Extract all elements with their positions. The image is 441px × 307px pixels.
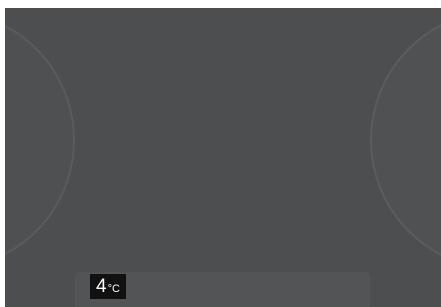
temperature-unit: °C: [107, 283, 120, 295]
left-dial-arc: [5, 10, 75, 270]
display-panel: [5, 8, 441, 307]
temperature-readout: 4°C: [90, 274, 126, 299]
temperature-value: 4: [96, 276, 107, 297]
right-dial-arc: [370, 10, 441, 270]
